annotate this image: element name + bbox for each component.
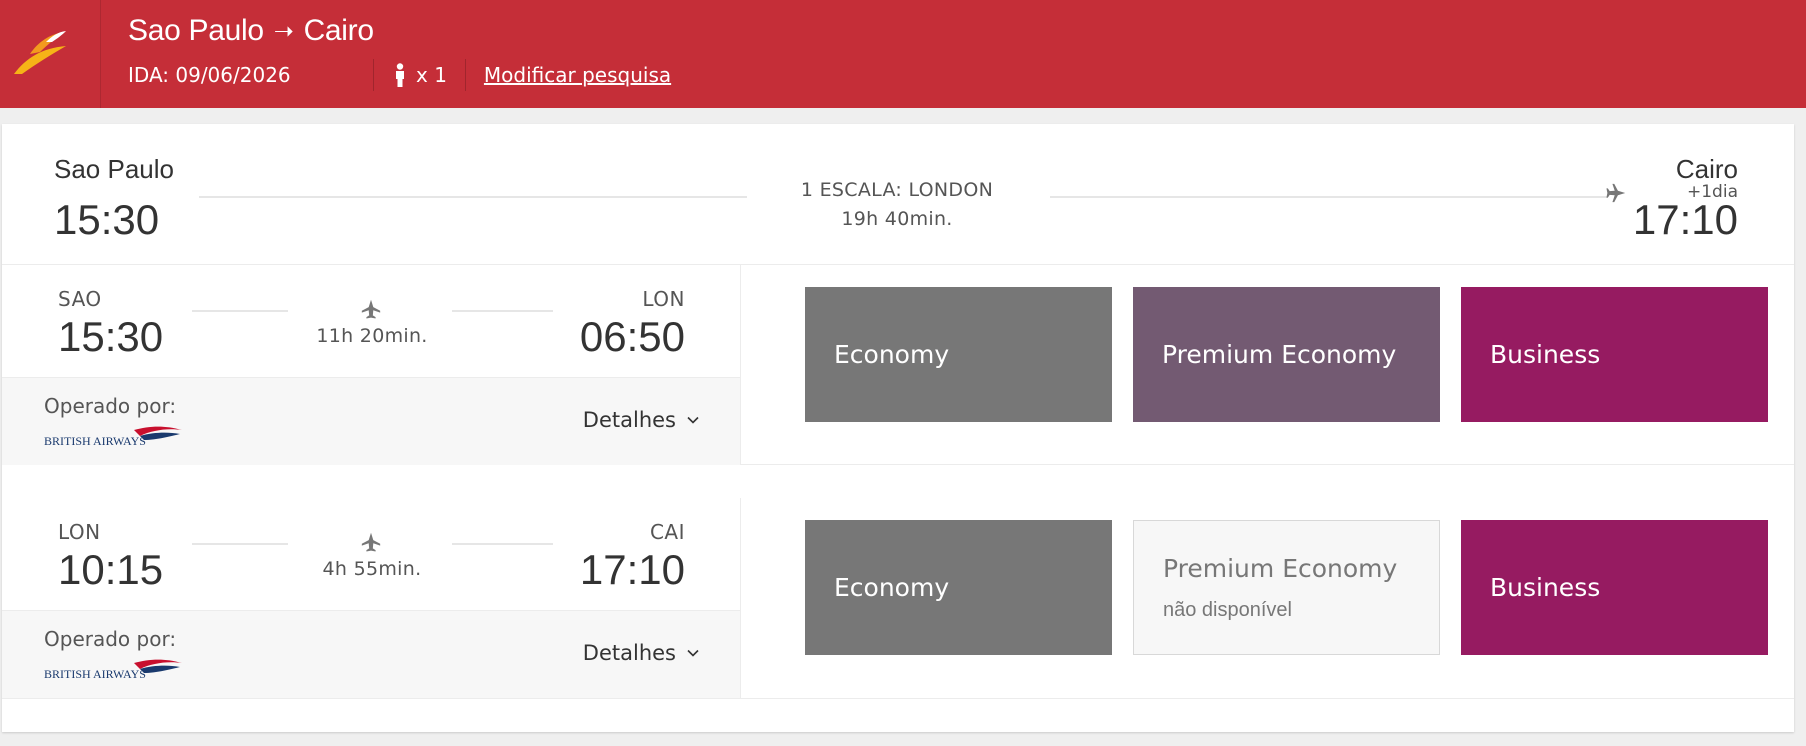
departure-date: IDA: 09/06/2026 (128, 63, 291, 87)
arrival-time: 06:50 (579, 313, 685, 360)
details-toggle[interactable]: Detalhes (583, 408, 700, 432)
fare-economy-button[interactable]: Economy (805, 520, 1112, 655)
top-header: Sao Paulo ➝ Cairo IDA: 09/06/2026 x 1 Mo… (0, 0, 1806, 108)
fare-business-button[interactable]: Business (1461, 520, 1768, 655)
flight-card: Sao Paulo 15:30 1 ESCALA: LONDON 19h 40m… (2, 124, 1794, 732)
departure-time: 10:15 (58, 546, 164, 593)
stop-count: 1 ESCALA: LONDON (800, 179, 994, 201)
modify-search-link[interactable]: Modificar pesquisa (466, 63, 671, 87)
svg-text:BRITISH AIRWAYS: BRITISH AIRWAYS (44, 667, 146, 681)
svg-text:BRITISH AIRWAYS: BRITISH AIRWAYS (44, 434, 146, 448)
segment-info: SAO 15:30 11h 20min. LON 06:50 Operado p… (2, 265, 741, 465)
chevron-down-icon (687, 416, 699, 424)
search-summary: IDA: 09/06/2026 x 1 Modificar pesquisa (128, 59, 671, 91)
details-toggle[interactable]: Detalhes (583, 641, 700, 665)
route-arrow-icon: ➝ (273, 17, 294, 45)
departure-code: SAO (58, 287, 102, 311)
airline-logo-icon[interactable] (0, 0, 101, 108)
british-airways-logo: BRITISH AIRWAYS (44, 659, 182, 681)
plane-icon (361, 299, 381, 319)
operator-row: Operado por: BRITISH AIRWAYS Detalhes (2, 610, 740, 698)
route-line (452, 543, 553, 545)
route-origin: Sao Paulo (128, 14, 264, 47)
fare-unavailable-note: não disponível (1163, 598, 1292, 621)
stop-info: 1 ESCALA: LONDON 19h 40min. (747, 176, 1047, 234)
passenger-count: x 1 (374, 63, 465, 87)
plane-icon (1606, 183, 1626, 203)
route-line (192, 310, 288, 312)
segment-duration: 4h 55min. (322, 558, 422, 580)
segment-duration: 11h 20min. (316, 325, 428, 347)
segment-times: SAO 15:30 11h 20min. LON 06:50 (2, 265, 740, 377)
summary-arrival-time: 17:10 (1632, 196, 1738, 243)
total-duration: 19h 40min. (841, 208, 953, 230)
details-label: Detalhes (582, 408, 676, 432)
route-title: Sao Paulo ➝ Cairo (128, 14, 374, 48)
departure-code: LON (58, 520, 101, 544)
route-line (192, 543, 288, 545)
operator-row: Operado por: BRITISH AIRWAYS Detalhes (2, 377, 740, 465)
person-icon (396, 63, 404, 87)
route-line (452, 310, 553, 312)
arrival-time: 17:10 (579, 546, 685, 593)
flight-segment: LON 10:15 4h 55min. CAI 17:10 Operado po… (2, 498, 1794, 699)
flight-segment: SAO 15:30 11h 20min. LON 06:50 Operado p… (2, 265, 1794, 465)
route-destination: Cairo (303, 14, 375, 47)
operated-by-label: Operado por: (44, 394, 177, 418)
arrival-code: LON (642, 287, 685, 311)
fare-premium-economy-button[interactable]: Premium Economy (1133, 287, 1440, 422)
segment-times: LON 10:15 4h 55min. CAI 17:10 (2, 498, 740, 610)
summary-departure-time: 15:30 (54, 196, 160, 243)
passenger-count-label: x 1 (416, 63, 447, 87)
fare-business-button[interactable]: Business (1461, 287, 1768, 422)
british-airways-logo: BRITISH AIRWAYS (44, 426, 182, 448)
details-label: Detalhes (582, 641, 676, 665)
departure-time: 15:30 (58, 313, 164, 360)
operated-by-label: Operado por: (44, 627, 177, 651)
fare-premium-label: Premium Economy (1163, 553, 1398, 583)
journey-summary: Sao Paulo 15:30 1 ESCALA: LONDON 19h 40m… (2, 124, 1794, 265)
arrival-code: CAI (649, 520, 685, 544)
route-line (199, 196, 747, 198)
route-line (1050, 196, 1608, 198)
summary-destination-city: Cairo (1675, 154, 1738, 184)
segment-info: LON 10:15 4h 55min. CAI 17:10 Operado po… (2, 498, 741, 698)
plane-icon (361, 532, 381, 552)
chevron-down-icon (687, 649, 699, 657)
fare-economy-button[interactable]: Economy (805, 287, 1112, 422)
fare-premium-economy-unavailable: Premium Economy não disponível (1133, 520, 1440, 655)
summary-origin-city: Sao Paulo (54, 154, 174, 184)
